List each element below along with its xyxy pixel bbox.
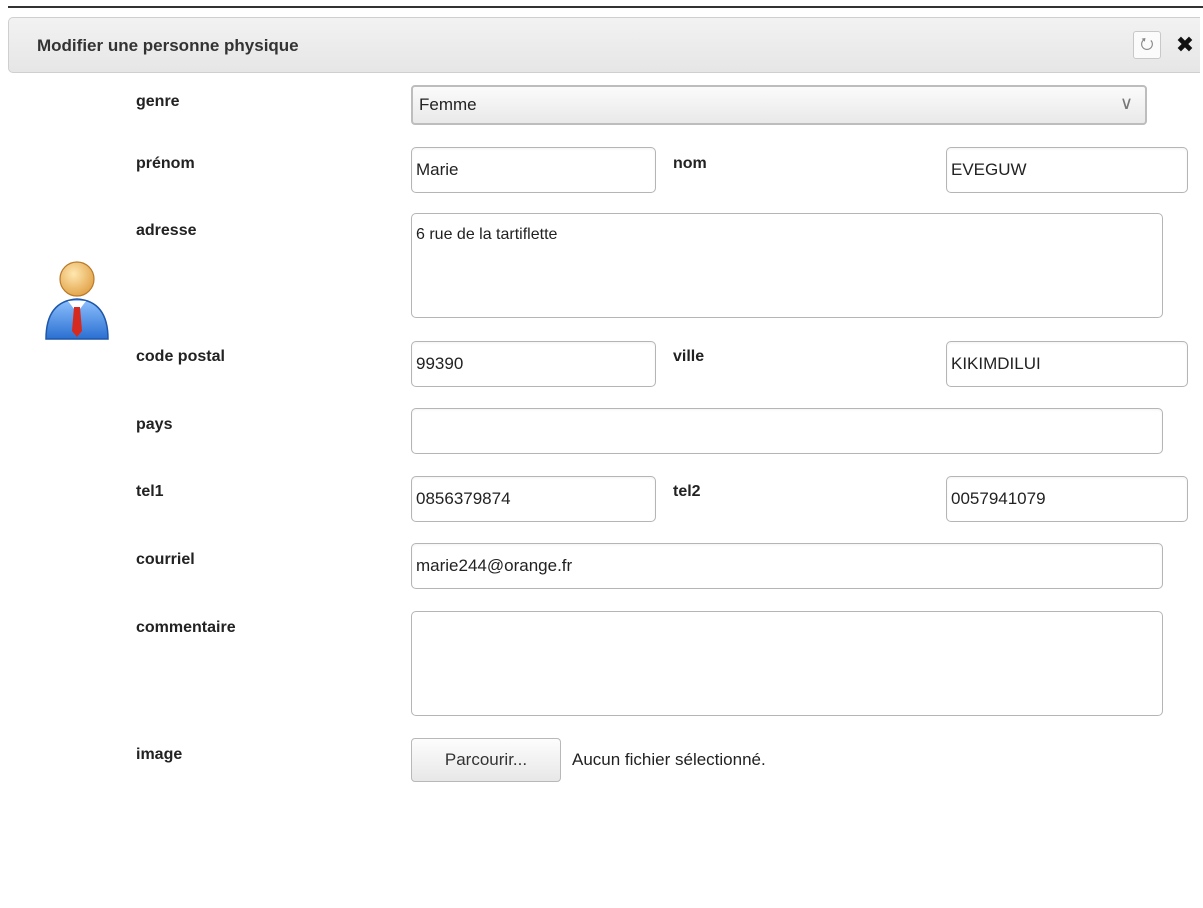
- browse-button[interactable]: Parcourir...: [411, 738, 561, 782]
- commentaire-label: commentaire: [136, 619, 236, 636]
- ville-label: ville: [673, 348, 705, 365]
- prenom-label: prénom: [136, 155, 195, 172]
- genre-label: genre: [136, 93, 180, 110]
- tel1-field[interactable]: [411, 476, 656, 522]
- top-border-line: [8, 6, 1203, 8]
- dialog-title: Modifier une personne physique: [37, 36, 299, 55]
- nom-label: nom: [673, 155, 707, 172]
- adresse-field[interactable]: 6 rue de la tartiflette: [411, 213, 1163, 318]
- pays-label: pays: [136, 416, 173, 433]
- courriel-field[interactable]: [411, 543, 1163, 589]
- tel2-label: tel2: [673, 483, 701, 500]
- code-postal-label: code postal: [136, 348, 225, 365]
- tel1-label: tel1: [136, 483, 164, 500]
- pays-field[interactable]: [411, 408, 1163, 454]
- code-postal-field[interactable]: [411, 341, 656, 387]
- commentaire-field[interactable]: [411, 611, 1163, 716]
- refresh-icon[interactable]: ⭮: [1133, 31, 1161, 59]
- dialog-titlebar: Modifier une personne physique ⭮ ✖: [8, 17, 1200, 73]
- tel2-field[interactable]: [946, 476, 1188, 522]
- file-status-text: Aucun fichier sélectionné.: [572, 750, 766, 769]
- chevron-down-icon: ∨: [1119, 93, 1133, 113]
- ville-field[interactable]: [946, 341, 1188, 387]
- genre-select[interactable]: Femme ∨: [411, 85, 1147, 125]
- courriel-label: courriel: [136, 551, 195, 568]
- adresse-label: adresse: [136, 222, 197, 239]
- genre-select-value: Femme: [419, 95, 477, 114]
- nom-field[interactable]: [946, 147, 1188, 193]
- close-icon[interactable]: ✖: [1171, 31, 1199, 59]
- prenom-field[interactable]: [411, 147, 656, 193]
- person-avatar-icon: [45, 261, 109, 340]
- image-label: image: [136, 746, 183, 763]
